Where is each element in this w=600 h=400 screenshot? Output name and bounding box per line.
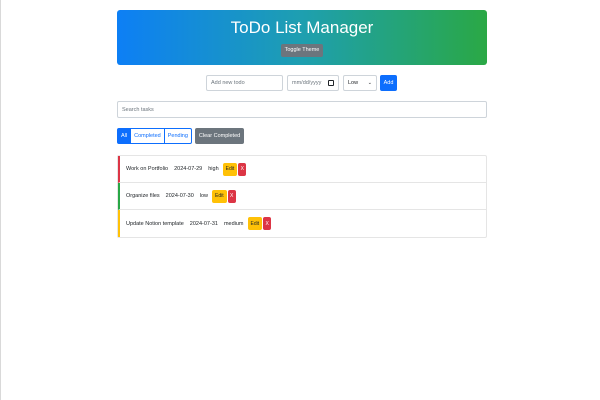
chevron-down-icon: ⌄: [367, 80, 372, 86]
new-todo-placeholder: Add new todo: [211, 80, 245, 86]
todo-title: Work on Portfolio: [126, 166, 169, 172]
clear-completed-button[interactable]: Clear Completed: [194, 128, 245, 144]
todo-priority: low: [199, 193, 209, 199]
search-placeholder: Search tasks: [122, 106, 154, 113]
todo-date: 2024-07-30: [165, 193, 194, 199]
todo-priority: high: [208, 166, 219, 172]
page-title: ToDo List Manager: [230, 18, 374, 37]
calendar-icon[interactable]: [328, 80, 334, 86]
search-input[interactable]: Search tasks: [117, 101, 487, 118]
todo-item: Organize files 2024-07-30 low Edit X: [118, 183, 486, 210]
todo-app: ToDo List Manager Toggle Theme Add new t…: [117, 10, 487, 238]
todo-title: Update Notion template: [126, 220, 184, 227]
todo-item: Work on Portfolio 2024-07-29 high Edit X: [118, 156, 486, 183]
delete-button[interactable]: X: [263, 217, 272, 230]
toggle-theme-button[interactable]: Toggle Theme: [280, 44, 324, 57]
add-button[interactable]: Add: [380, 75, 397, 91]
add-todo-form: Add new todo mm/dd/yyyy Low ⌄ Add: [206, 75, 397, 91]
new-todo-input[interactable]: Add new todo: [206, 75, 283, 91]
filter-tab-pending[interactable]: Pending: [163, 128, 192, 144]
filter-bar: All Completed Pending Clear Completed: [117, 128, 245, 144]
filter-tab-completed[interactable]: Completed: [130, 128, 165, 144]
todo-date: 2024-07-31: [189, 220, 218, 227]
todo-list: Work on Portfolio 2024-07-29 high Edit X…: [117, 155, 487, 238]
filter-tab-all[interactable]: All: [117, 128, 132, 144]
due-date-input[interactable]: mm/dd/yyyy: [287, 75, 339, 91]
todo-priority: medium: [223, 220, 244, 227]
priority-select[interactable]: Low ⌄: [343, 75, 377, 91]
priority-value: Low: [348, 80, 359, 86]
todo-date: 2024-07-29: [174, 166, 203, 172]
edit-button[interactable]: Edit: [222, 162, 238, 176]
delete-button[interactable]: X: [227, 189, 236, 203]
edit-button[interactable]: Edit: [247, 217, 263, 230]
edit-button[interactable]: Edit: [212, 189, 227, 203]
delete-button[interactable]: X: [238, 162, 247, 176]
header-banner: ToDo List Manager Toggle Theme: [117, 10, 487, 65]
due-date-placeholder: mm/dd/yyyy: [292, 80, 322, 86]
todo-item: Update Notion template 2024-07-31 medium…: [118, 210, 486, 237]
todo-title: Organize files: [126, 193, 160, 199]
